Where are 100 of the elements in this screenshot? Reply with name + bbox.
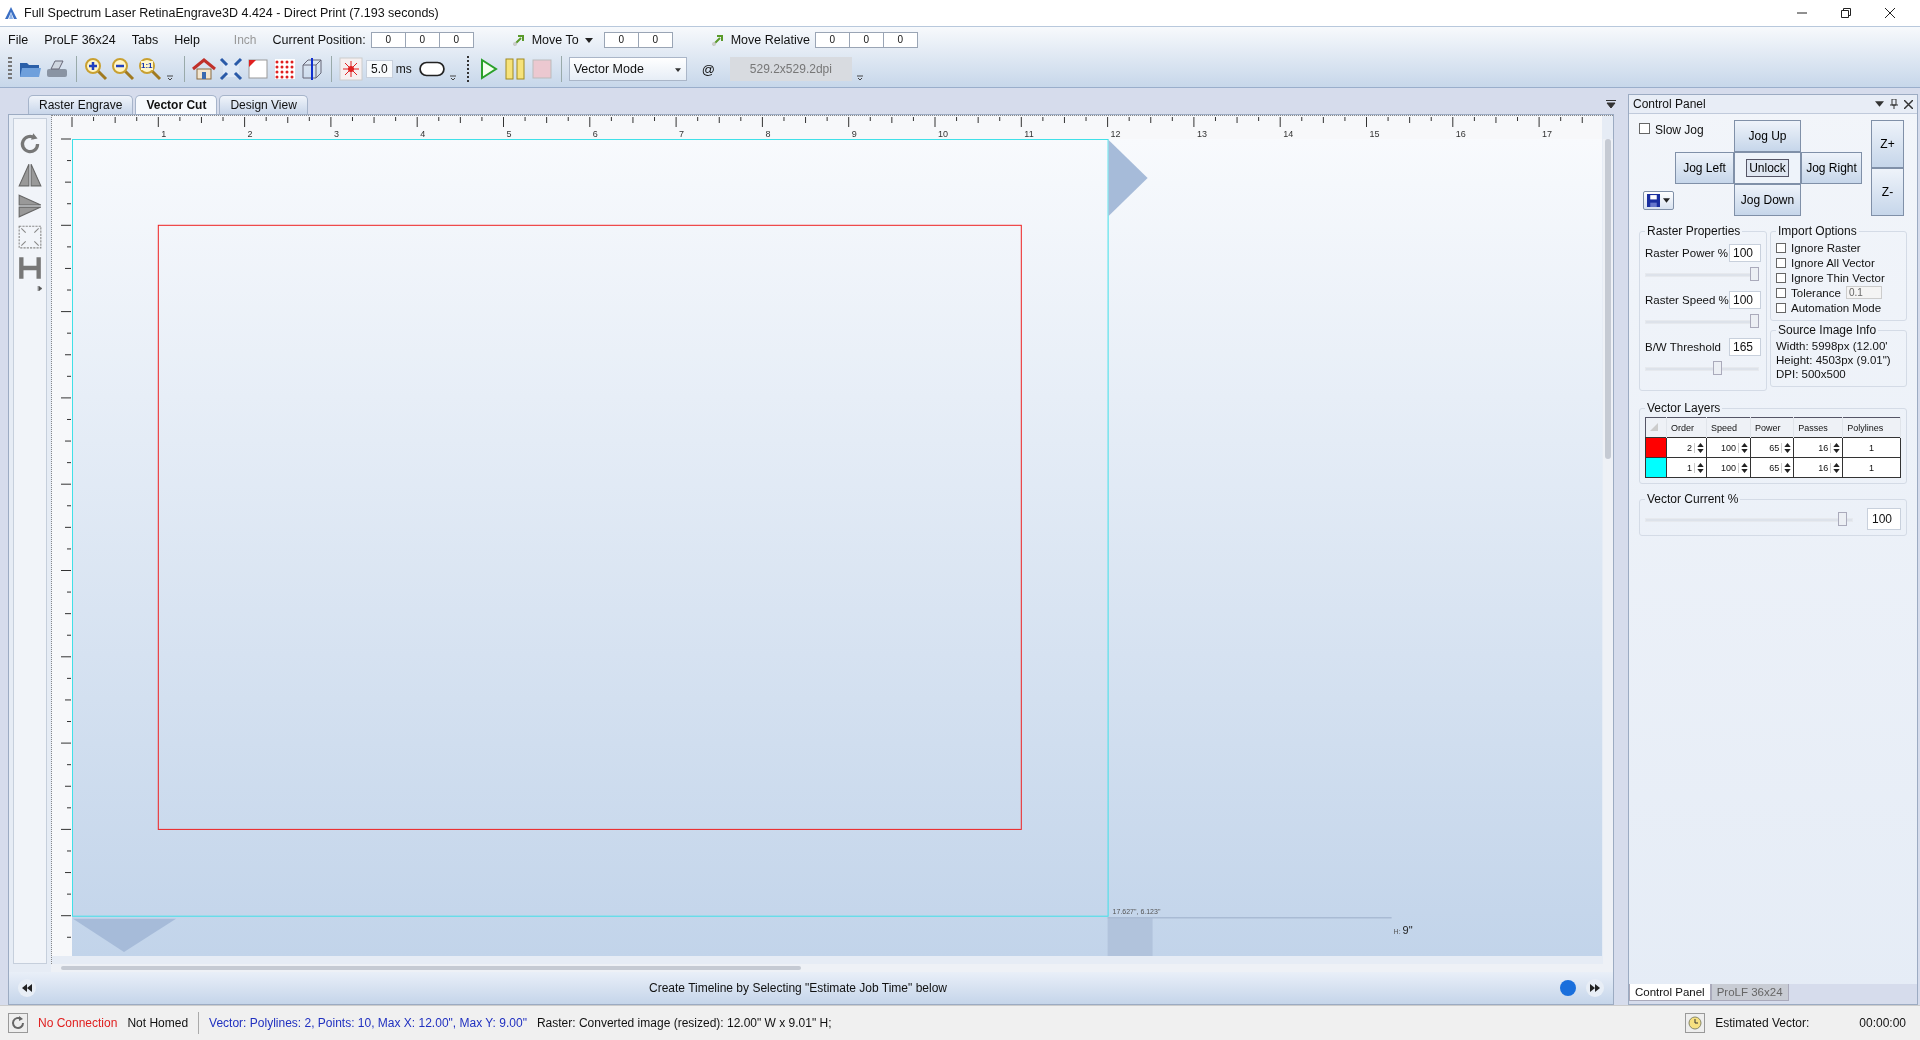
save-dropdown[interactable] [1643, 190, 1674, 210]
slider-track[interactable] [1645, 265, 1759, 283]
pin-icon[interactable] [1890, 99, 1898, 109]
box-with-line-icon[interactable] [300, 57, 324, 81]
laser-time-field[interactable]: 5.0 [366, 60, 393, 78]
close-icon[interactable] [1904, 99, 1913, 109]
overflow-chevron-icon[interactable] [167, 75, 173, 81]
restore-icon[interactable] [1840, 7, 1852, 19]
view-tab[interactable]: Vector Cut [135, 95, 218, 114]
slider-thumb[interactable] [1750, 267, 1759, 281]
unlock-button[interactable]: Unlock [1746, 159, 1789, 177]
move-to-field[interactable]: 0 [603, 32, 639, 48]
checkbox-label[interactable]: Ignore All Vector [1791, 256, 1875, 269]
menu-item[interactable]: Help [174, 33, 200, 47]
overflow-chevron-icon[interactable] [449, 75, 456, 81]
tab-list-icon[interactable] [1606, 100, 1616, 108]
zoom-actual-size-button[interactable]: 1:1 [138, 57, 162, 81]
jog-down-button[interactable]: Jog Down [1734, 184, 1801, 216]
column-header[interactable]: Order [1666, 417, 1707, 438]
spinner-value[interactable]: 65 [1769, 442, 1780, 453]
checkbox[interactable] [1776, 242, 1786, 253]
fast-forward-icon[interactable] [1585, 978, 1605, 998]
position-field[interactable]: 0 [370, 32, 406, 48]
jog-up-button[interactable]: Jog Up [1734, 120, 1801, 152]
scrollbar-thumb[interactable] [61, 966, 801, 970]
expand-arrow-icon[interactable] [37, 286, 42, 291]
move-to-button[interactable]: Move To [531, 33, 579, 47]
column-header[interactable]: Power [1750, 417, 1794, 438]
home-icon[interactable] [192, 57, 216, 81]
checkbox-label[interactable]: Slow Jog [1655, 123, 1704, 137]
spinner-value[interactable]: 1 [1686, 462, 1692, 473]
position-field[interactable]: 0 [438, 32, 474, 48]
view-tab[interactable]: Design View [219, 95, 308, 114]
dot-grid-icon[interactable] [273, 57, 297, 81]
column-header[interactable]: Speed [1706, 417, 1751, 438]
close-icon[interactable] [1884, 7, 1896, 19]
number-field[interactable]: 100 [1867, 508, 1901, 530]
spinner-value[interactable]: 65 [1769, 462, 1780, 473]
dropdown-arrow-icon[interactable] [1875, 101, 1884, 107]
spinner-value[interactable]: 100 [1720, 442, 1736, 453]
panel-tab[interactable]: ProLF 36x24 [1710, 984, 1789, 1001]
spinner-value[interactable]: 100 [1720, 462, 1736, 473]
mirror-horizontal-icon[interactable] [17, 162, 43, 188]
number-field[interactable]: 165 [1729, 338, 1761, 356]
menu-item[interactable]: ProLF 36x24 [44, 33, 116, 47]
slider-track[interactable] [1645, 510, 1853, 528]
zoom-in-icon[interactable] [84, 57, 108, 81]
number-field[interactable]: 100 [1729, 291, 1761, 309]
checkbox-label[interactable]: Automation Mode [1791, 301, 1882, 314]
jog-left-button[interactable]: Jog Left [1675, 152, 1734, 184]
spinner-value[interactable]: 16 [1818, 462, 1829, 473]
move-relative-field[interactable]: 0 [814, 32, 850, 48]
page-corner-icon[interactable] [246, 57, 270, 81]
checkbox[interactable] [1776, 257, 1786, 268]
z-axis-button[interactable]: Z+ [1871, 120, 1904, 168]
view-tab[interactable]: Raster Engrave [28, 95, 134, 114]
horizontal-scrollbar[interactable] [51, 964, 1613, 972]
mirror-vertical-icon[interactable] [17, 193, 43, 219]
dropdown-arrow-icon[interactable] [674, 68, 681, 72]
checkbox-label[interactable]: Ignore Thin Vector [1791, 271, 1885, 284]
fit-to-screen-icon[interactable] [219, 57, 243, 81]
align-h-icon[interactable] [17, 255, 43, 281]
toggle-pill-icon[interactable] [418, 61, 445, 77]
layer-color-swatch[interactable] [1645, 457, 1667, 478]
checkbox-label[interactable]: Ignore Raster [1791, 241, 1861, 254]
position-marker[interactable] [73, 918, 176, 952]
layer-color-swatch[interactable] [1645, 437, 1667, 458]
spinner-arrows[interactable] [1693, 442, 1706, 453]
slider-thumb[interactable] [1750, 314, 1759, 328]
panel-tab[interactable]: Control Panel [1629, 984, 1711, 1001]
menu-item[interactable]: File [8, 33, 29, 47]
slider-track[interactable] [1645, 359, 1759, 377]
corner-header[interactable] [1645, 417, 1667, 438]
z-axis-button[interactable]: Z- [1871, 168, 1904, 216]
spinner-value[interactable]: 16 [1818, 442, 1829, 453]
mode-dropdown[interactable]: Vector Mode [568, 57, 687, 81]
spinner-value[interactable]: 2 [1686, 442, 1692, 453]
slider-track[interactable] [1645, 312, 1759, 330]
laser-burst-icon[interactable] [339, 57, 363, 81]
slider-thumb[interactable] [1838, 512, 1847, 526]
number-field[interactable]: 100 [1729, 244, 1761, 262]
position-dot-icon[interactable] [1559, 979, 1577, 997]
slider-thumb[interactable] [1713, 361, 1723, 375]
move-relative-button[interactable]: Move Relative [730, 33, 810, 47]
vertical-scrollbar[interactable] [1603, 139, 1613, 964]
jog-right-button[interactable]: Jog Right [1801, 152, 1862, 184]
menu-item[interactable]: Tabs [131, 33, 159, 47]
column-header[interactable]: Polylines [1842, 417, 1901, 438]
spinner-arrows[interactable] [1737, 462, 1750, 473]
position-marker[interactable] [1108, 140, 1148, 216]
zoom-out-icon[interactable] [111, 57, 135, 81]
spinner-arrows[interactable] [1737, 442, 1750, 453]
rewind-icon[interactable] [17, 978, 37, 998]
move-relative-field[interactable]: 0 [848, 32, 884, 48]
column-header[interactable]: Passes [1793, 417, 1843, 438]
overflow-chevron-icon[interactable] [856, 75, 863, 81]
refresh-icon[interactable] [8, 1013, 28, 1033]
fit-frame-icon[interactable] [17, 224, 43, 250]
spinner-arrows[interactable] [1693, 462, 1706, 473]
dropdown-arrow-icon[interactable] [584, 37, 593, 43]
